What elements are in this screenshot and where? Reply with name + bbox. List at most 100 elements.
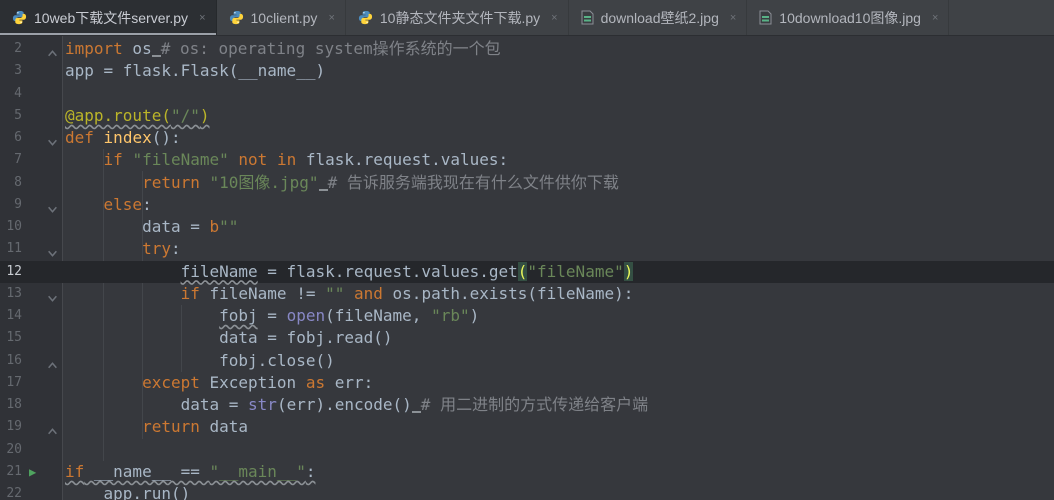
- run-button[interactable]: ▶: [29, 461, 36, 483]
- code-line: 5@app.route("/"): [0, 105, 1054, 127]
- code-token: "fileName": [527, 262, 623, 281]
- code-token: data =: [65, 217, 210, 236]
- code-token: = flask.request.values.get: [258, 262, 518, 281]
- code-token: os.path.exists(fileName):: [383, 284, 633, 303]
- tab-close-icon[interactable]: ×: [932, 12, 938, 24]
- code-line: 16 fobj.close(): [0, 350, 1054, 372]
- code-token: ): [200, 106, 210, 125]
- tab-close-icon[interactable]: ×: [199, 12, 205, 24]
- pycharm-window: 10web下载文件server.py×10client.py×10静态文件夹文件…: [0, 0, 1054, 500]
- code-token: (: [518, 262, 528, 281]
- code-token: "": [219, 217, 238, 236]
- code-text: try:: [65, 238, 181, 260]
- code-token: [152, 41, 161, 57]
- line-number: 12: [0, 261, 22, 283]
- code-token: if: [104, 150, 123, 169]
- code-line: 20: [0, 439, 1054, 461]
- code-token: [65, 195, 104, 214]
- code-token: data =: [65, 395, 248, 414]
- line-number: 7: [0, 149, 22, 171]
- code-token: __name__ ==: [84, 462, 209, 481]
- editor-tab[interactable]: 10download10图像.jpg ×: [747, 0, 949, 35]
- code-text: return data: [65, 416, 248, 438]
- code-text: data = fobj.read(): [65, 327, 393, 349]
- code-lines: 2 import os # os: operating system操作系统的一个…: [0, 38, 1054, 500]
- code-token: [319, 175, 328, 191]
- code-line: 8 return "10图像.jpg" # 告诉服务端我现在有什么文件供你下载: [0, 172, 1054, 194]
- code-token: def: [65, 128, 94, 147]
- editor-tab-bar: 10web下载文件server.py×10client.py×10静态文件夹文件…: [0, 0, 1054, 36]
- code-token: return: [142, 173, 200, 192]
- code-text: except Exception as err:: [65, 372, 373, 394]
- code-token: [65, 306, 219, 325]
- code-text: data = str(err).encode() # 用二进制的方式传递给客户端: [65, 394, 648, 416]
- code-token: [229, 150, 239, 169]
- line-number: 8: [0, 172, 22, 194]
- code-text: else:: [65, 194, 152, 216]
- line-number: 9: [0, 194, 22, 216]
- code-token: # 告诉服务端我现在有什么文件供你下载: [328, 173, 619, 192]
- code-line: 2 import os # os: operating system操作系统的一个…: [0, 38, 1054, 60]
- code-token: [94, 128, 104, 147]
- python-icon: [229, 10, 244, 25]
- code-token: :: [142, 195, 152, 214]
- code-text: if __name__ == "__main__":: [65, 461, 315, 483]
- code-line: 15 data = fobj.read(): [0, 327, 1054, 349]
- code-token: [65, 150, 104, 169]
- line-number: 17: [0, 372, 22, 394]
- code-token: fobj: [219, 306, 258, 325]
- image-file-icon: [581, 10, 594, 25]
- code-line: 4: [0, 83, 1054, 105]
- code-token: [412, 397, 421, 413]
- code-line: 11 try:: [0, 238, 1054, 260]
- code-token: ():: [152, 128, 181, 147]
- code-text: app.run(): [65, 483, 190, 500]
- code-line: 6def index():: [0, 127, 1054, 149]
- line-number: 18: [0, 394, 22, 416]
- code-line: 7 if "fileName" not in flask.request.val…: [0, 149, 1054, 171]
- code-token: b: [210, 217, 220, 236]
- code-token: return: [142, 417, 200, 436]
- editor-tab[interactable]: 10静态文件夹文件下载.py×: [346, 0, 569, 35]
- line-number: 2: [0, 38, 22, 60]
- code-text: data = b"": [65, 216, 238, 238]
- code-token: [65, 173, 142, 192]
- tab-close-icon[interactable]: ×: [551, 12, 557, 24]
- python-icon: [12, 10, 27, 25]
- tab-close-icon[interactable]: ×: [730, 12, 736, 24]
- code-editor[interactable]: 2 import os # os: operating system操作系统的一个…: [0, 36, 1054, 500]
- code-token: fileName !=: [200, 284, 325, 303]
- code-token: "": [325, 284, 344, 303]
- code-token: try: [142, 239, 171, 258]
- code-text: fobj.close(): [65, 350, 335, 372]
- line-number: 14: [0, 305, 22, 327]
- tab-label: 10client.py: [251, 10, 318, 26]
- code-token: app = flask.Flask(__name__): [65, 61, 325, 80]
- line-number: 13: [0, 283, 22, 305]
- code-token: "__main__": [210, 462, 306, 481]
- code-line: 18 data = str(err).encode() # 用二进制的方式传递给…: [0, 394, 1054, 416]
- code-token: flask.request.values:: [296, 150, 508, 169]
- code-token: os: [123, 39, 152, 58]
- code-token: [123, 150, 133, 169]
- code-token: [65, 262, 181, 281]
- line-number: 10: [0, 216, 22, 238]
- editor-tab[interactable]: 10web下载文件server.py ×: [0, 0, 217, 35]
- line-number: 16: [0, 350, 22, 372]
- code-token: "fileName": [132, 150, 228, 169]
- editor-tab[interactable]: 10client.py ×: [217, 0, 346, 35]
- line-number: 3: [0, 60, 22, 82]
- code-token: err:: [325, 373, 373, 392]
- tab-close-icon[interactable]: ×: [328, 12, 334, 24]
- tab-label: 10download10图像.jpg: [779, 8, 921, 28]
- code-token: # 用二进制的方式传递给客户端: [421, 395, 648, 414]
- code-token: # os: operating system操作系统的一个包: [161, 39, 501, 58]
- code-line: 10 data = b"": [0, 216, 1054, 238]
- code-token: data: [200, 417, 248, 436]
- line-number: 19: [0, 416, 22, 438]
- python-icon: [358, 10, 373, 25]
- editor-tab[interactable]: download壁纸2.jpg×: [569, 0, 748, 35]
- tab-label: 10web下载文件server.py: [34, 8, 188, 28]
- code-token: import: [65, 39, 123, 58]
- code-token: "/": [171, 106, 200, 125]
